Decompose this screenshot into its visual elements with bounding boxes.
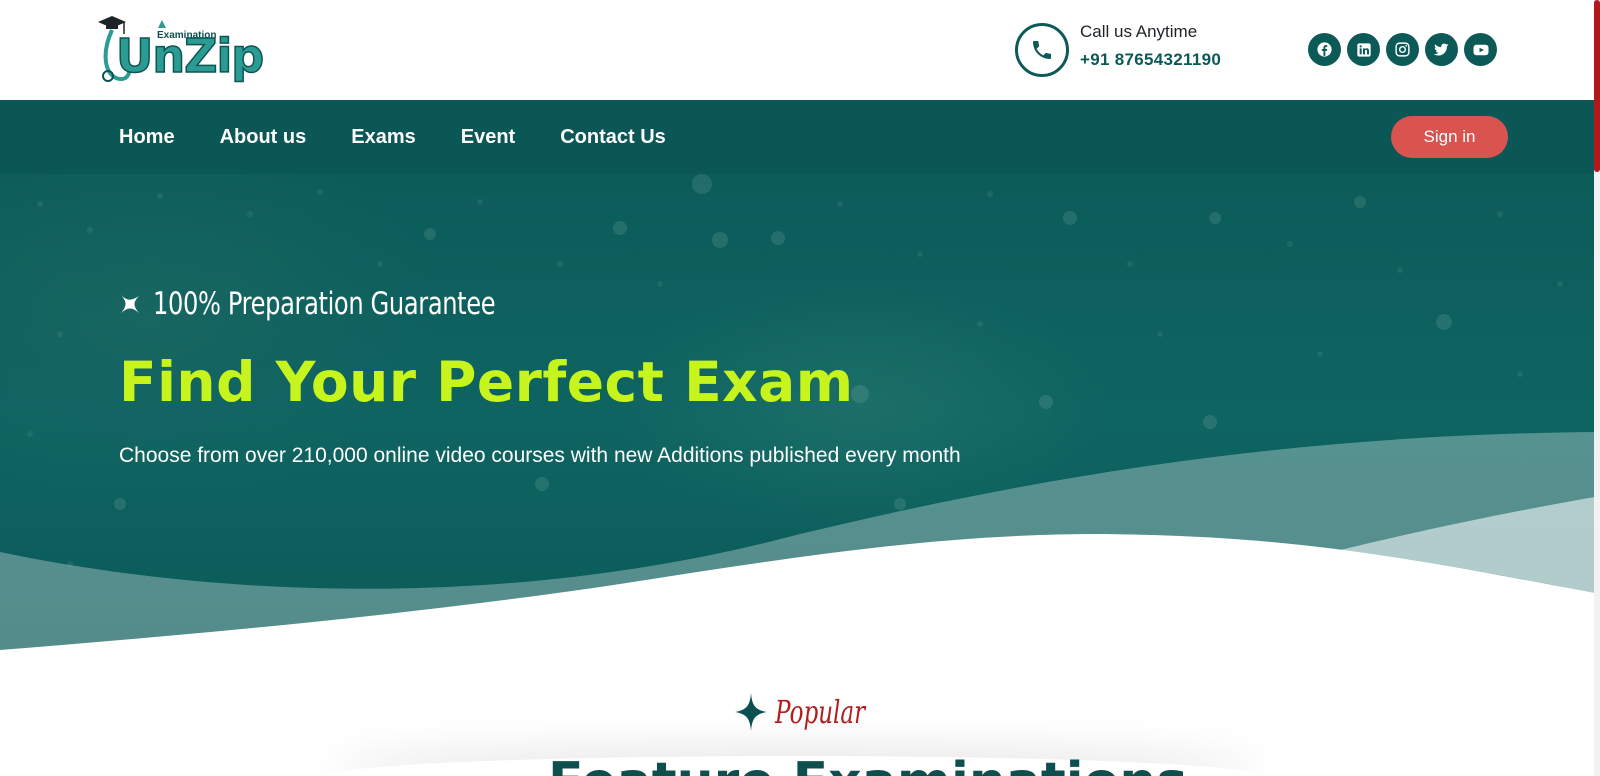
- youtube-icon[interactable]: [1464, 33, 1497, 66]
- nav-exams[interactable]: Exams: [351, 126, 416, 149]
- section-eyebrow: Popular: [735, 693, 900, 731]
- section-title-clip: Feature Examinations: [340, 748, 1260, 776]
- hero-title: Find Your Perfect Exam: [119, 350, 854, 414]
- nav-contact[interactable]: Contact Us: [560, 126, 666, 149]
- top-header: Examination UnZip Call us Anytime +91 87…: [0, 0, 1600, 100]
- hero-subtitle: Choose from over 210,000 online video co…: [119, 444, 961, 467]
- sign-in-button[interactable]: Sign in: [1391, 116, 1508, 158]
- phone-icon[interactable]: [1015, 23, 1069, 77]
- linkedin-icon[interactable]: [1347, 33, 1380, 66]
- popular-label: Popular: [775, 693, 866, 731]
- scrollbar-track[interactable]: [1594, 0, 1600, 776]
- nav-event[interactable]: Event: [461, 126, 515, 149]
- call-label: Call us Anytime: [1080, 22, 1198, 41]
- section-title: Feature Examinations: [548, 752, 1187, 776]
- hero-kicker: 100% Preparation Guarantee: [119, 286, 592, 322]
- main-navbar: Home About us Exams Event Contact Us Sig…: [0, 100, 1600, 174]
- hero-kicker-text: 100% Preparation Guarantee: [153, 286, 496, 322]
- twitter-icon[interactable]: [1425, 33, 1458, 66]
- nav-links: Home About us Exams Event Contact Us: [119, 100, 711, 174]
- instagram-icon[interactable]: [1386, 33, 1419, 66]
- sparkle-icon: [121, 295, 139, 313]
- nav-home[interactable]: Home: [119, 126, 175, 149]
- scrollbar-thumb[interactable]: [1594, 0, 1600, 172]
- social-links: [1308, 33, 1497, 66]
- star-icon: [735, 693, 767, 731]
- phone-number[interactable]: +91 87654321190: [1080, 50, 1221, 70]
- hero-banner: 100% Preparation Guarantee Find Your Per…: [0, 174, 1600, 664]
- nav-about[interactable]: About us: [220, 126, 307, 149]
- phone-glyph-icon: [1033, 41, 1051, 59]
- logo-wordmark: UnZip: [115, 28, 265, 84]
- site-logo[interactable]: Examination UnZip: [96, 10, 265, 90]
- hero-wave: [0, 432, 1600, 664]
- facebook-icon[interactable]: [1308, 33, 1341, 66]
